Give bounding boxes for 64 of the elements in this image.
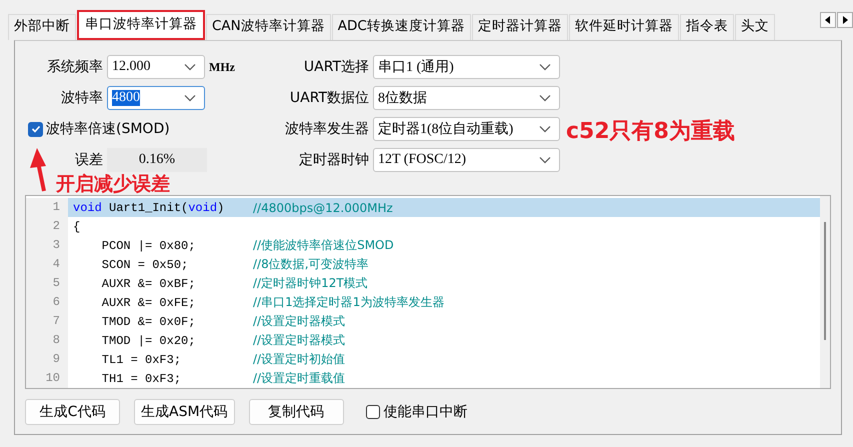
scrollbar-thumb[interactable] [824, 222, 826, 340]
dropdown-caret-icon [539, 156, 551, 164]
line-number: 8 [26, 331, 68, 350]
line-number: 6 [26, 293, 68, 312]
line-number: 4 [26, 255, 68, 274]
tab[interactable]: 外部中断 [8, 14, 76, 40]
dropdown-caret-icon [539, 63, 551, 71]
action-button[interactable]: 生成C代码 [25, 399, 120, 425]
checkbox[interactable] [28, 122, 43, 136]
code-line: SCON = 0x50; //8位数据,可变波特率 [100, 256, 370, 274]
dropdown-caret-icon [184, 63, 196, 71]
checkbox-label[interactable]: 波特率倍速(SMOD) [46, 120, 170, 138]
code-line: AUXR &= 0xBF; //定时器时钟12T模式 [100, 275, 369, 292]
field-label: UART数据位 [288, 89, 369, 107]
left-triangle-icon [825, 16, 831, 24]
annotation-text: 开启减少误差 [56, 172, 170, 197]
field-label: UART选择 [302, 58, 369, 76]
action-button[interactable]: 复制代码 [248, 399, 344, 425]
dropdown-field[interactable]: 4800 [107, 86, 205, 110]
dropdown-field[interactable]: 定时器1(8位自动重载) [373, 117, 560, 141]
dropdown-field[interactable]: 12T (FOSC/12) [373, 148, 560, 172]
line-number: 7 [26, 312, 68, 331]
dropdown-caret-icon [539, 125, 551, 133]
right-triangle-icon [842, 16, 848, 24]
tab[interactable]: 头文 [734, 14, 775, 40]
line-number: 2 [26, 217, 68, 236]
tab[interactable]: 软件延时计算器 [568, 14, 679, 40]
tab[interactable]: CAN波特率计算器 [206, 14, 331, 40]
dropdown-field[interactable]: 12.000 [107, 55, 205, 79]
checkbox[interactable] [366, 405, 380, 419]
code-line: TL1 = 0xF3; //设置定时初始值 [100, 351, 346, 368]
field-label: 定时器时钟 [298, 151, 369, 169]
dropdown-caret-icon [539, 94, 551, 102]
line-number: 1 [26, 198, 68, 217]
code-line: AUXR &= 0xFE; //串口1选择定时器1为波特率发生器 [100, 294, 446, 312]
line-number: 10 [26, 369, 68, 388]
dropdown-caret-icon [184, 94, 196, 102]
code-editor[interactable] [25, 195, 831, 389]
unit-label: MHz [209, 60, 235, 74]
action-button[interactable]: 生成ASM代码 [134, 399, 235, 425]
code-line: TMOD &= 0x0F; //设置定时器模式 [100, 313, 346, 330]
tab[interactable]: ADC转换速度计算器 [332, 14, 471, 40]
dropdown-field[interactable]: 串口1 (通用) [373, 55, 560, 79]
scroll-left-button[interactable] [820, 12, 836, 28]
code-line: { [72, 218, 82, 236]
checkbox-label[interactable]: 使能串口中断 [384, 403, 468, 421]
code-line: PCON |= 0x80; //使能波特率倍速位SMOD [100, 237, 395, 254]
tab[interactable]: 串口波特率计算器 [77, 10, 205, 40]
field-label: 系统频率 [46, 58, 103, 76]
error-readout: 0.16% [107, 148, 207, 172]
line-number: 9 [26, 350, 68, 369]
field-label: 波特率 [60, 89, 103, 107]
line-number: 5 [26, 274, 68, 293]
field-label: 波特率发生器 [284, 120, 369, 138]
tab[interactable]: 定时器计算器 [472, 14, 568, 40]
scroll-right-button[interactable] [837, 12, 853, 28]
checkmark-icon [30, 123, 42, 135]
annotation-text: c52只有8为重载 [566, 118, 735, 146]
dropdown-field[interactable]: 8位数据 [373, 86, 560, 110]
tab[interactable]: 指令表 [680, 14, 734, 40]
line-number: 3 [26, 236, 68, 255]
code-line: TH1 = 0xF3; //设置定时重载值 [100, 370, 346, 388]
code-line: TMOD |= 0x20; //设置定时器模式 [100, 332, 346, 350]
field-label: 误差 [74, 151, 103, 169]
